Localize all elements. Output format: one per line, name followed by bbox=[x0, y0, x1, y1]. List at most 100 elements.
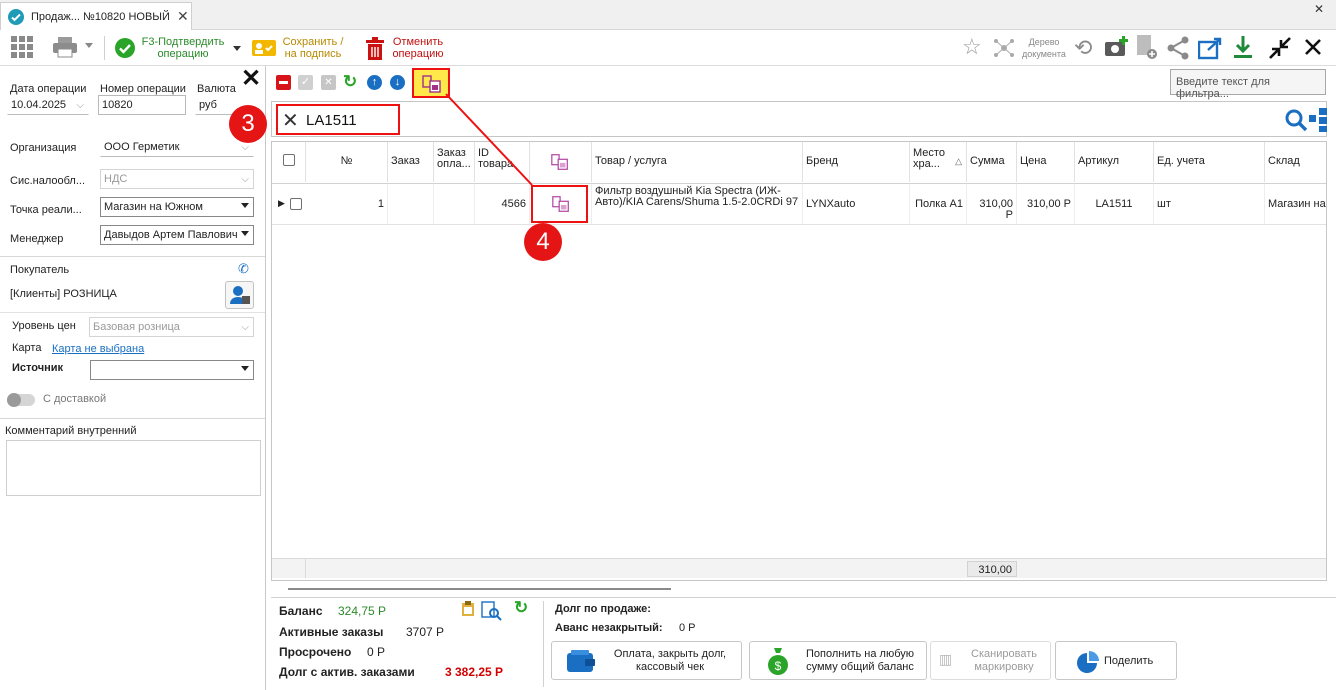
comment-textarea[interactable] bbox=[6, 440, 261, 496]
col-price[interactable]: Цена bbox=[1017, 142, 1075, 182]
share-icon[interactable] bbox=[1166, 36, 1190, 60]
phone-icon[interactable]: ✆ bbox=[238, 261, 249, 277]
col-brand[interactable]: Бренд bbox=[803, 142, 910, 182]
photo-cell-highlight[interactable] bbox=[531, 185, 588, 223]
confirm-dropdown-icon[interactable] bbox=[233, 46, 241, 51]
tab-close-icon[interactable]: ✕ bbox=[177, 8, 189, 25]
debt-value: 3 382,25 Р bbox=[445, 665, 504, 679]
delivery-toggle[interactable] bbox=[7, 393, 35, 407]
col-order[interactable]: Заказ bbox=[388, 142, 434, 182]
document-search-icon[interactable] bbox=[481, 601, 503, 621]
cell-product[interactable]: Фильтр воздушный Kia Spectra (ИЖ-Авто)/K… bbox=[592, 184, 803, 224]
move-down-icon[interactable]: ↓ bbox=[390, 75, 405, 90]
pay-button[interactable]: Оплата, закрыть долг, кассовый чек bbox=[551, 641, 742, 680]
cell-article: LA1511 bbox=[1075, 184, 1154, 224]
main-toolbar: F3-Подтвердить операцию Сохранить / на п… bbox=[0, 30, 1336, 66]
split-button[interactable]: Поделить bbox=[1055, 641, 1177, 680]
debt-label: Долг с актив. заказами bbox=[279, 665, 415, 679]
annotation-badge-4: 4 bbox=[524, 223, 562, 261]
cell-num: 1 bbox=[306, 184, 388, 224]
collapse-icon[interactable] bbox=[1268, 36, 1292, 60]
confirm-button[interactable]: F3-Подтвердить операцию bbox=[112, 33, 244, 63]
col-article[interactable]: Артикул bbox=[1075, 142, 1154, 182]
col-num[interactable]: № bbox=[306, 142, 388, 182]
history-icon[interactable]: ⟲ bbox=[1074, 35, 1092, 61]
svg-text:$: $ bbox=[775, 659, 782, 673]
user-card-icon bbox=[230, 286, 250, 304]
star-icon[interactable]: ☆ bbox=[962, 34, 982, 60]
tax-select: НДС ⌵ bbox=[100, 169, 254, 189]
check-row-icon[interactable]: ✓ bbox=[298, 75, 313, 90]
org-value: ООО Герметик bbox=[104, 141, 180, 153]
cell-brand: LYNXauto bbox=[803, 184, 910, 224]
cell-order bbox=[388, 184, 434, 224]
clipboard-icon[interactable] bbox=[461, 601, 475, 617]
point-select[interactable]: Магазин на Южном bbox=[100, 197, 254, 217]
gear-check-icon bbox=[8, 9, 24, 25]
topup-button[interactable]: $ Пополнить на любую сумму общий баланс bbox=[749, 641, 927, 680]
card-link[interactable]: Карта не выбрана bbox=[52, 343, 144, 355]
chevron-down-icon: ⌵ bbox=[241, 174, 249, 185]
col-place-label: Место хра... bbox=[913, 147, 945, 170]
manager-select[interactable]: Давыдов Артем Павлович bbox=[100, 225, 254, 245]
col-product[interactable]: Товар / услуга bbox=[592, 142, 803, 182]
scrollbar-thumb[interactable] bbox=[288, 588, 671, 590]
currency-label: Валюта bbox=[197, 83, 236, 95]
col-unit[interactable]: Ед. учета bbox=[1154, 142, 1265, 182]
manager-value: Давыдов Артем Павлович bbox=[104, 229, 238, 241]
footer-panel: Баланс 324,75 Р ↻ Активные заказы 3707 Р… bbox=[271, 597, 1336, 690]
number-field[interactable]: 10820 bbox=[98, 95, 186, 115]
org-select[interactable]: ООО Герметик ⌵ bbox=[100, 137, 254, 157]
buyer-value[interactable]: [Клиенты] РОЗНИЦА bbox=[10, 288, 117, 300]
totals-spacer bbox=[272, 558, 306, 578]
annotation-badge-3: 3 bbox=[229, 105, 267, 143]
download-icon[interactable] bbox=[1232, 34, 1254, 60]
sort-asc-icon: △ bbox=[955, 156, 962, 166]
filter-tooltip: Введите текст для фильтра... bbox=[1170, 69, 1326, 100]
dropdown-arrow-icon bbox=[241, 203, 249, 208]
filter-input[interactable]: ✕ LA1511 bbox=[276, 104, 400, 135]
tree-label[interactable]: Дерево документа bbox=[1018, 36, 1070, 60]
camera-add-icon[interactable] bbox=[1104, 36, 1128, 58]
horizontal-scrollbar[interactable] bbox=[271, 582, 1327, 596]
move-up-icon[interactable]: ↑ bbox=[367, 75, 382, 90]
select-all-checkbox[interactable] bbox=[283, 154, 295, 166]
source-select[interactable] bbox=[90, 360, 254, 380]
pie-chart-icon bbox=[1077, 651, 1099, 673]
hierarchy-icon[interactable] bbox=[1309, 107, 1327, 133]
manager-label: Менеджер bbox=[10, 233, 64, 245]
cell-price: 310,00 Р bbox=[1017, 184, 1075, 224]
close-icon[interactable] bbox=[1304, 38, 1322, 56]
dropdown-arrow-icon bbox=[241, 231, 249, 236]
col-sum[interactable]: Сумма bbox=[967, 142, 1017, 182]
cancel-operation-button[interactable]: Отменить операцию bbox=[362, 33, 452, 63]
cell-warehouse: Магазин на bbox=[1268, 198, 1326, 210]
cell-order-paid bbox=[434, 184, 475, 224]
balance-label: Баланс bbox=[279, 604, 323, 618]
document-tab[interactable]: Продаж... №10820 НОВЫЙ ✕ bbox=[0, 2, 192, 30]
save-button[interactable]: Сохранить / на подпись bbox=[250, 33, 350, 63]
header-checkbox[interactable] bbox=[272, 142, 306, 182]
delete-row-icon[interactable] bbox=[276, 75, 291, 90]
document-add-icon[interactable] bbox=[1136, 34, 1158, 60]
clear-filter-icon[interactable]: ✕ bbox=[282, 108, 299, 133]
col-warehouse[interactable]: Склад bbox=[1265, 142, 1326, 182]
export-icon[interactable] bbox=[1198, 36, 1224, 60]
print-icon[interactable] bbox=[52, 36, 78, 58]
search-icon[interactable] bbox=[1284, 108, 1308, 132]
refresh-icon[interactable]: ↻ bbox=[343, 72, 357, 92]
window-close-icon[interactable]: ✕ bbox=[1314, 2, 1324, 16]
select-buyer-button[interactable] bbox=[225, 281, 254, 309]
tree-icon[interactable] bbox=[992, 36, 1016, 60]
panel-close-icon[interactable]: ✕ bbox=[241, 66, 261, 92]
products-grid: № Заказ Заказ опла... ID товара Товар / … bbox=[271, 141, 1327, 581]
row-checkbox[interactable] bbox=[290, 198, 302, 210]
tax-value: НДС bbox=[104, 173, 128, 185]
uncheck-row-icon[interactable]: ✕ bbox=[321, 75, 336, 90]
refresh-balance-icon[interactable]: ↻ bbox=[514, 598, 528, 618]
print-dropdown-icon[interactable] bbox=[85, 43, 93, 48]
split-label: Поделить bbox=[1104, 655, 1154, 667]
col-place[interactable]: Место хра... △ bbox=[910, 142, 967, 182]
grid-menu-icon[interactable] bbox=[10, 35, 34, 59]
date-field[interactable]: 10.04.2025 ⌵ bbox=[7, 95, 89, 115]
